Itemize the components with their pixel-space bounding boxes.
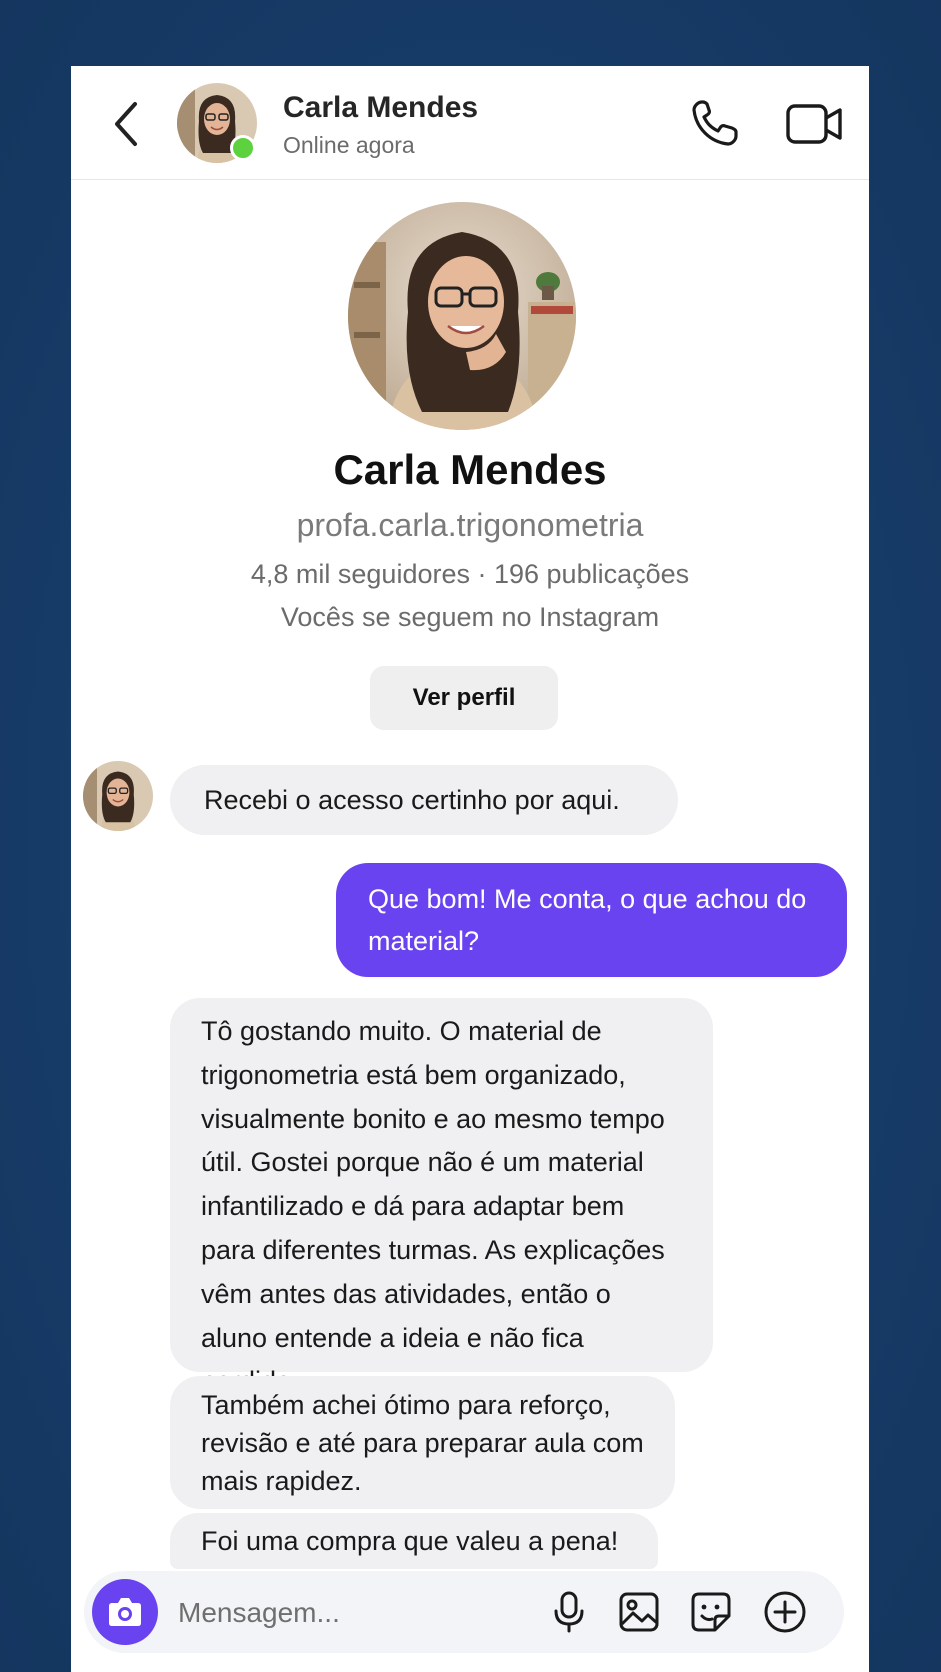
message-bubble-incoming[interactable]: Tô gostando muito. O material de trigono… [170, 998, 713, 1396]
contact-name[interactable]: Carla Mendes [283, 91, 478, 125]
message-composer [84, 1571, 844, 1653]
sticker-icon[interactable] [689, 1590, 733, 1634]
message-bubble-incoming[interactable]: Recebi o acesso certinho por aqui. [170, 765, 678, 835]
contact-status: Online agora [283, 132, 415, 158]
phone-icon[interactable] [688, 96, 742, 150]
back-icon[interactable] [107, 96, 147, 152]
message-bubble-incoming[interactable]: Também achei ótimo para reforço, revisão… [170, 1376, 675, 1509]
profile-name: Carla Mendes [333, 446, 607, 493]
camera-icon [109, 1598, 141, 1626]
mic-icon[interactable] [547, 1590, 591, 1634]
profile-stats: 4,8 mil seguidores · 196 publicações [250, 559, 690, 589]
view-profile-button[interactable]: Ver perfil [370, 666, 558, 730]
mutual-follow-note: Vocês se seguem no Instagram [280, 602, 660, 632]
video-icon[interactable] [785, 100, 843, 148]
chat-header: Carla Mendes Online agora [71, 66, 869, 180]
chat-screen: Carla Mendes Online agora Carla Mendes p… [71, 66, 869, 1672]
profile-handle: profa.carla.trigonometria [296, 507, 644, 543]
profile-photo[interactable] [348, 202, 576, 430]
message-bubble-incoming[interactable]: Foi uma compra que valeu a pena! [170, 1513, 658, 1569]
message-bubble-outgoing[interactable]: Que bom! Me conta, o que achou do materi… [336, 863, 847, 977]
camera-button[interactable] [92, 1579, 158, 1645]
plus-icon[interactable] [763, 1590, 807, 1634]
message-input[interactable] [176, 1587, 510, 1639]
online-indicator [230, 135, 256, 161]
image-icon[interactable] [617, 1590, 661, 1634]
message-avatar[interactable] [83, 761, 153, 831]
